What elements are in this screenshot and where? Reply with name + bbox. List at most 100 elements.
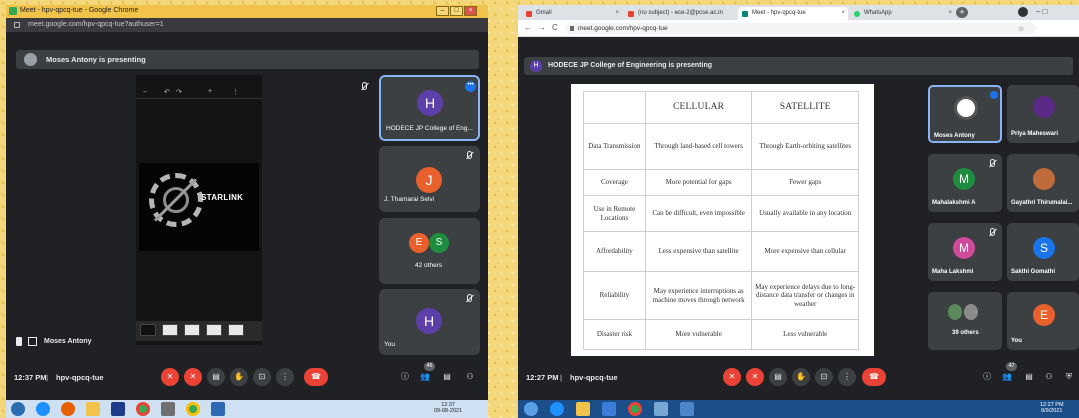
participant-name: Maha Lakshmi [932,269,974,275]
slide-thumbnails[interactable] [136,321,262,341]
thumbnail[interactable] [206,324,222,336]
raise-hand-button[interactable]: ✋ [792,368,810,386]
participant-avatar: H [416,308,442,334]
firefox-icon[interactable] [61,402,75,416]
leave-call-button[interactable]: ☎ [304,368,328,386]
present-now-button[interactable]: ⊡ [815,368,833,386]
address-bar[interactable]: meet.google.com/hpv-qpcq-tue ☆ [566,23,1036,34]
table-cell: May experience delays due to long-distan… [751,271,859,320]
mic-toggle-button[interactable]: ✕ [723,368,741,386]
captions-button[interactable]: ▤ [207,368,225,386]
thumbnail[interactable] [140,324,156,336]
start-button-icon[interactable] [524,402,538,416]
participant-tile[interactable]: Moses Antony [928,85,1002,143]
meet-app-icon [9,7,17,15]
chrome-icon[interactable] [136,402,150,416]
participant-avatar: E [409,233,429,253]
reload-icon[interactable]: C [552,23,558,32]
tab-mail-message[interactable]: (no subject) - ece-2@pcse.ac.in [624,7,736,20]
undo-icon[interactable]: ↶ [164,88,170,96]
activities-button[interactable]: ⚇ [1040,368,1058,386]
back-icon[interactable]: ← [142,88,149,95]
more-icon[interactable]: ⋮ [232,88,239,96]
new-tab-button[interactable]: + [956,7,968,18]
back-icon[interactable]: ← [524,23,532,32]
meeting-control-bar: 12:37 PM | hpv-qpcq-tue ✕ ✕ ▤ ✋ ⊡ ⋮ ☎ ⓘ … [6,362,488,392]
raise-hand-button[interactable]: ✋ [230,368,248,386]
participant-tile[interactable]: E You [1007,292,1079,350]
profile-avatar[interactable] [1018,7,1028,17]
more-options-button[interactable]: ⋮ [838,368,856,386]
forward-icon[interactable]: → [538,23,546,32]
participant-tile[interactable]: 39 others [928,292,1002,350]
info-icon[interactable]: ⓘ [978,368,996,386]
media-player-icon[interactable] [602,402,616,416]
close-button[interactable]: × [464,6,477,16]
participant-tile[interactable]: Gayathri Thirumalai... [1007,154,1079,212]
start-button-icon[interactable] [11,402,25,416]
info-icon[interactable]: ⓘ [396,368,414,386]
gmail-icon [628,11,634,17]
add-icon[interactable]: + [208,88,212,95]
tab-close-icon[interactable]: × [841,10,845,16]
maximize-button[interactable]: □ [450,6,463,16]
window-controls[interactable]: – □ [1036,7,1048,16]
tab-close-icon[interactable]: × [615,10,619,16]
captions-button[interactable]: ▤ [769,368,787,386]
address-bar[interactable]: meet.google.com/hpv-qpcq-tue?authuser=1 [6,18,488,32]
media-player-icon[interactable] [111,402,125,416]
thumbnail[interactable] [228,324,244,336]
app-icon[interactable] [161,402,175,416]
table-cell: Can be difficult, even impossible [644,195,753,232]
present-icon[interactable] [28,337,37,346]
chrome-icon[interactable] [186,402,200,416]
thumbnail[interactable] [162,324,178,336]
camera-toggle-button[interactable]: ✕ [746,368,764,386]
file-explorer-icon[interactable] [86,402,100,416]
present-now-button[interactable]: ⊡ [253,368,271,386]
tab-label: Gmail [536,10,552,16]
bookmark-star-icon[interactable]: ☆ [1018,25,1024,33]
internet-explorer-icon[interactable] [36,402,50,416]
activities-button[interactable]: ⚇ [461,368,479,386]
thumbnail[interactable] [184,324,200,336]
chat-button[interactable]: ▤ [438,368,456,386]
window-titlebar: Meet - hpv-qpcq-tue - Google Chrome – □ … [6,5,488,18]
pin-icon[interactable] [16,337,22,346]
paint-icon[interactable] [211,402,225,416]
participant-tile[interactable]: S Sakthi Gomathi [1007,223,1079,281]
chat-button[interactable]: ▤ [1020,368,1038,386]
participant-tile[interactable]: M Mahalakshmi A [928,154,1002,212]
camera-toggle-button[interactable]: ✕ [184,368,202,386]
tab-close-icon[interactable]: × [948,10,952,16]
tab-gmail[interactable]: Gmail × [522,7,622,20]
separator: | [560,373,563,382]
presenter-self-label: Moses Antony [44,338,92,345]
participant-avatar: J [416,167,442,193]
redo-icon[interactable]: ↷ [176,88,182,96]
internet-explorer-icon[interactable] [550,402,564,416]
participant-tile[interactable]: H ••• HODECE JP College of Eng... [379,75,480,141]
participant-tile[interactable]: Priya Maheswari [1007,85,1079,143]
mic-off-icon [362,82,367,90]
chrome-icon[interactable] [628,402,642,416]
table-cell: More vulnerable [644,319,753,350]
participant-tile[interactable]: J J. Thamarai Selvi [379,146,480,212]
tab-meet[interactable]: Meet - hpv-qpcq-tue × [738,7,848,20]
row-label: Use in Remote Locations [583,195,646,232]
more-options-button[interactable]: ⋮ [276,368,294,386]
mic-toggle-button[interactable]: ✕ [161,368,179,386]
app-icon[interactable] [680,402,694,416]
leave-call-button[interactable]: ☎ [862,368,886,386]
participant-tile[interactable]: M Maha Lakshmi [928,223,1002,281]
minimize-button[interactable]: – [436,6,449,16]
tab-whatsapp[interactable]: WhatsApp × [850,7,955,20]
windows-taskbar: 12:37 09-08-2021 [6,400,488,418]
mic-off-icon [467,151,472,159]
participant-tile[interactable]: E S 42 others [379,218,480,284]
participant-tile[interactable]: H You [379,289,480,355]
presenting-text: Moses Antony is presenting [46,55,146,64]
app-icon[interactable] [654,402,668,416]
host-controls-button[interactable]: ⛨ [1060,368,1078,386]
file-explorer-icon[interactable] [576,402,590,416]
